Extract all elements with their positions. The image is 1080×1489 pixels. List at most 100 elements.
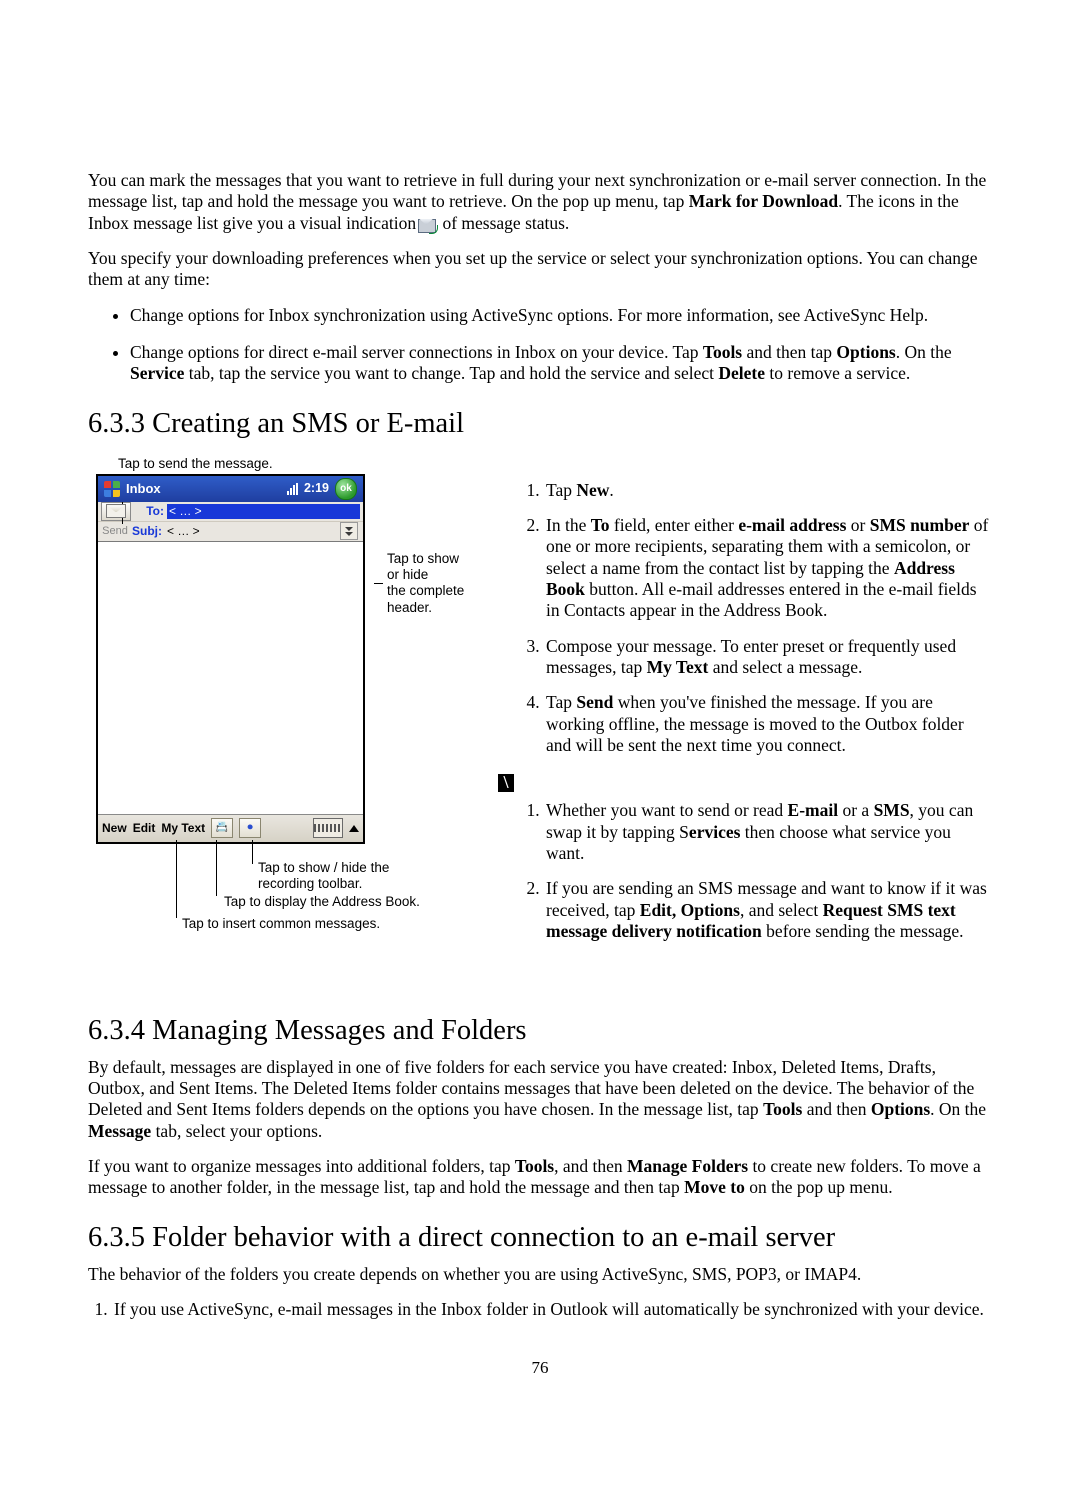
p634-1: By default, messages are displayed in on… [88,1057,992,1142]
to-label: To: [134,504,164,519]
start-icon[interactable] [104,481,120,497]
heading-635: 6.3.5 Folder behavior with a direct conn… [88,1221,992,1256]
text: of message status. [438,213,569,233]
envelope-icon [106,504,126,518]
page-number: 76 [0,1358,1080,1379]
step-2: In the To field, enter either e-mail add… [544,515,992,622]
text: Tap [546,480,576,500]
clock: 2:19 [304,481,329,496]
menu-mytext[interactable]: My Text [161,821,205,836]
text: In the [546,515,591,535]
text: and then tap [742,342,836,362]
text: If you want to organize messages into ad… [88,1156,515,1176]
app-title: Inbox [126,481,161,497]
text: field, enter either [610,515,739,535]
text: the complete header. [387,583,464,614]
record-toolbar-icon[interactable]: ⏺ [239,818,261,838]
text: or [846,515,869,535]
heading-633: 6.3.3 Creating an SMS or E-mail [88,407,992,442]
mytext-label: My Text [647,657,709,677]
address-book-icon[interactable]: 📇 [211,818,233,838]
message-body[interactable] [98,542,363,814]
services-label: ervices [689,822,741,842]
text: tab, select your options. [151,1121,322,1141]
email-label: E-mail [788,800,839,820]
text: Tap to show or hide [387,551,459,582]
to-label: To [591,515,610,535]
annot-top: Tap to send the message. [118,456,468,472]
send-label: Send [576,692,613,712]
text: and then [802,1099,871,1119]
li-635-1: If you use ActiveSync, e-mail messages i… [112,1299,992,1320]
heading-634: 6.3.4 Managing Messages and Folders [88,1014,992,1049]
text: Whether you want to send or read [546,800,788,820]
tools-label: Tools [763,1099,802,1119]
delete-label: Delete [718,363,765,383]
text: recording toolbar. [258,876,362,891]
send-label: Send [101,525,129,538]
text: or a [838,800,873,820]
manage-folders-label: Manage Folders [627,1156,748,1176]
title-bar: Inbox 2:19 ok [98,476,363,502]
text: . On the [930,1099,986,1119]
options-label: Options [836,342,895,362]
new-label: New [576,480,609,500]
annot-right: Tap to show or hide the complete header. [374,551,468,617]
menu-new[interactable]: New [102,821,127,836]
text: , and select [740,900,823,920]
step-4: Tap Send when you've finished the messag… [544,692,992,756]
service-label: Service [130,363,184,383]
p635-1: The behavior of the folders you create d… [88,1264,992,1285]
text: to remove a service. [765,363,910,383]
compose-header: To: < … > Send Subj: < … > [98,502,363,542]
note-icon: \ [498,774,514,792]
text: Tap to show / hide the [258,860,389,875]
text: , and then [554,1156,627,1176]
device-screenshot: Inbox 2:19 ok To: < … > Send Subj: [96,474,365,844]
email-address-label: e-mail address [738,515,846,535]
intro-paragraph-1: You can mark the messages that you want … [88,170,992,234]
step-3: Compose your message. To enter preset or… [544,636,992,679]
tools-label: Tools [515,1156,554,1176]
text: Tap [546,692,576,712]
text: . [609,480,613,500]
text: and select a message. [708,657,862,677]
text: before sending the message. [762,921,964,941]
signal-icon [287,483,298,495]
text: tab, tap the service you want to change.… [184,363,718,383]
sip-up-icon[interactable] [349,825,359,832]
note-1: Whether you want to send or read E-mail … [544,800,992,864]
inbox-status-icon [418,218,436,232]
to-field[interactable]: < … > [167,504,360,519]
bullet-direct-email: Change options for direct e-mail server … [130,342,992,385]
intro-paragraph-2: You specify your downloading preferences… [88,248,992,291]
screenshot-annotated: Tap to send the message. Inbox 2:19 ok T… [88,456,468,964]
note-2: If you are sending an SMS message and wa… [544,878,992,942]
subj-label: Subj: [132,524,162,539]
annot-under: Tap to show / hide the recording toolbar… [96,844,468,964]
subj-field[interactable]: < … > [165,524,337,539]
sms-label: SMS [874,800,910,820]
ok-button[interactable]: ok [335,478,357,500]
notes-633: Whether you want to send or read E-mail … [498,800,992,942]
sms-number-label: SMS number [870,515,970,535]
message-label: Message [88,1121,151,1141]
edit-options-label: Edit, Options [640,900,740,920]
text: Tap to insert common messages. [182,916,380,932]
bottom-toolbar: New Edit My Text 📇 ⏺ [98,814,363,842]
step-1: Tap New. [544,480,992,501]
header-toggle-icon[interactable] [340,522,358,540]
list-635: If you use ActiveSync, e-mail messages i… [88,1299,992,1320]
text: Tap to display the Address Book. [224,894,420,910]
tools-label: Tools [703,342,742,362]
text: Change options for direct e-mail server … [130,342,703,362]
p634-2: If you want to organize messages into ad… [88,1156,992,1199]
text: button. All e-mail addresses entered in … [546,579,977,620]
text: . On the [896,342,952,362]
bullet-activesync: Change options for Inbox synchronization… [130,305,992,326]
send-button[interactable] [101,502,131,521]
keyboard-icon[interactable] [313,818,343,838]
menu-edit[interactable]: Edit [133,821,156,836]
text: on the pop up menu. [745,1177,893,1197]
intro-bullet-list: Change options for Inbox synchronization… [88,305,992,385]
